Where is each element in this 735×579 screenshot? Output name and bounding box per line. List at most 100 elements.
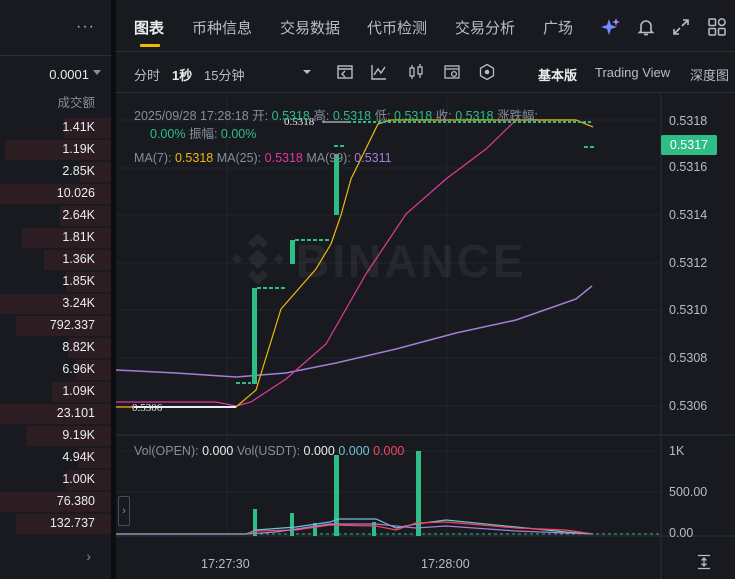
tab-trade-analysis[interactable]: 交易分析 — [455, 17, 515, 38]
kline-plot: BINANCE 0.5318 0.5306 — [116, 94, 735, 579]
price-tick: 0.5316 — [669, 160, 708, 174]
order-book-volume: 1.85K — [62, 274, 95, 288]
volume-bars — [253, 451, 421, 536]
high-value: 0.5318 — [332, 109, 372, 123]
chart-panel: 图表 币种信息 交易数据 代币检测 交易分析 广场 分时 1秒 15分钟 基本版… — [116, 0, 735, 579]
candle-up — [290, 240, 295, 264]
ma99-value: 0.5311 — [354, 151, 392, 165]
chart-toolbar: 分时 1秒 15分钟 基本版 Trading View 深度图 — [116, 53, 735, 93]
order-book-row[interactable]: 6.96K — [0, 359, 111, 381]
ohlc-legend: 2025/09/28 17:28:18 开: 0.5318 高: 0.5318 … — [134, 105, 538, 124]
order-book-volume: 9.19K — [62, 428, 95, 442]
order-book-volume: 8.82K — [62, 340, 95, 354]
order-book-row[interactable]: 8.82K — [0, 337, 111, 359]
low-label: 低: — [374, 109, 391, 123]
ohlc-datetime: 2025/09/28 17:28:18 — [134, 109, 249, 123]
grid-icon[interactable] — [707, 17, 727, 37]
order-book-row[interactable]: 1.19K — [0, 139, 111, 161]
expand-panel-button[interactable]: › — [118, 496, 130, 526]
replay-icon[interactable] — [336, 63, 354, 81]
order-book-header: ··· — [0, 0, 111, 56]
precision-select[interactable]: 0.0001 — [49, 67, 89, 82]
current-price-tag: 0.5317 — [661, 135, 717, 155]
tab-trade-data[interactable]: 交易数据 — [280, 17, 340, 38]
chart-tabs: 图表 币种信息 交易数据 代币检测 交易分析 广场 — [116, 0, 735, 52]
close-value: 0.5318 — [455, 109, 494, 123]
price-tick: 0.5306 — [669, 399, 708, 413]
interval-1s[interactable]: 1秒 — [172, 65, 192, 84]
order-book-row[interactable]: 1.41K — [0, 117, 111, 139]
order-book-row[interactable]: 1.00K — [0, 469, 111, 491]
order-book-volume: 132.737 — [49, 516, 95, 530]
fit-vertical-icon[interactable] — [696, 554, 712, 570]
order-book-row[interactable]: 10.026 — [0, 183, 111, 205]
price-tick: 0.5310 — [669, 303, 708, 317]
tab-chart[interactable]: 图表 — [134, 17, 164, 38]
order-book-row[interactable]: 2.64K — [0, 205, 111, 227]
interval-dropdown-icon[interactable] — [302, 67, 312, 77]
vol-open-label: Vol(OPEN): — [134, 444, 199, 458]
change-label: 涨跌幅: — [496, 109, 538, 123]
fullscreen-icon[interactable] — [671, 17, 691, 37]
ai-sparkle-icon[interactable] — [601, 17, 621, 37]
layers-icon[interactable] — [478, 63, 496, 81]
order-book-row[interactable]: 2.85K — [0, 161, 111, 183]
order-book-row[interactable]: 1.36K — [0, 249, 111, 271]
vol-usdt-value-2: 0.000 — [338, 444, 370, 458]
chevron-down-icon[interactable] — [93, 70, 101, 75]
order-book-row[interactable]: 9.19K — [0, 425, 111, 447]
indicator-icon[interactable] — [370, 63, 388, 81]
amplitude-label: 振幅: — [188, 127, 218, 141]
chart-settings-icon[interactable] — [443, 63, 461, 81]
vol-usdt-value: 0.000 — [303, 444, 335, 458]
order-book-row[interactable]: 1.09K — [0, 381, 111, 403]
more-menu-icon[interactable]: ··· — [76, 18, 95, 36]
order-book-row[interactable]: 76.380 — [0, 491, 111, 513]
tab-coin-info[interactable]: 币种信息 — [192, 17, 252, 38]
view-trading-view[interactable]: Trading View — [595, 65, 670, 80]
amplitude-value: 0.00% — [220, 127, 257, 141]
price-tick: 0.5308 — [669, 351, 708, 365]
order-book-row[interactable]: 1.81K — [0, 227, 111, 249]
low-marker: 0.5306 — [132, 402, 163, 414]
order-book-row[interactable]: 792.337 — [0, 315, 111, 337]
kline-chart[interactable]: BINANCE 0.5318 0.5306 2025/09/28 17:28:1… — [116, 94, 735, 579]
volume-column-header: 成交额 — [57, 96, 95, 110]
price-tick: 0.5318 — [669, 114, 708, 128]
close-label: 收: — [435, 109, 452, 123]
bell-icon[interactable] — [636, 17, 656, 37]
view-basic[interactable]: 基本版 — [538, 65, 577, 84]
order-book-row[interactable]: 3.24K — [0, 293, 111, 315]
tab-token-check[interactable]: 代币检测 — [367, 17, 427, 38]
order-book-row[interactable]: 1.85K — [0, 271, 111, 293]
depth-bar — [5, 140, 111, 160]
ma7-label: MA(7): — [134, 151, 172, 165]
ma7-value: 0.5318 — [174, 151, 214, 165]
order-book-volume: 1.81K — [62, 230, 95, 244]
change-value: 0.00% — [150, 127, 186, 141]
order-book-panel: ··· 0.0001 成交额 1.41K 1.19K 2.85K 10.026 2.64… — [0, 0, 111, 579]
price-tick: 0.5314 — [669, 208, 708, 222]
price-tick: 0.5312 — [669, 256, 708, 270]
interval-15m[interactable]: 15分钟 — [204, 65, 244, 84]
order-book-volume: 4.94K — [62, 450, 95, 464]
volume-tick: 0.00 — [669, 526, 694, 540]
ohlc-legend-2: 0.00% 振幅: 0.00% — [150, 123, 256, 142]
open-value: 0.5318 — [271, 109, 310, 123]
tab-square[interactable]: 广场 — [543, 17, 573, 38]
candle-type-icon[interactable] — [407, 63, 425, 81]
order-book-volume: 76.380 — [56, 494, 95, 508]
ma99-line — [116, 285, 593, 378]
order-book-row[interactable]: 4.94K — [0, 447, 111, 469]
interval-timeshare[interactable]: 分时 — [134, 65, 160, 84]
order-book-volume: 1.36K — [62, 252, 95, 266]
order-book-row[interactable]: 23.101 — [0, 403, 111, 425]
high-label: 高: — [313, 109, 330, 123]
view-depth[interactable]: 深度图 — [690, 65, 729, 84]
watermark-logo — [232, 233, 284, 285]
order-book-row[interactable]: 132.737 — [0, 513, 111, 535]
chevron-right-icon[interactable]: › — [86, 548, 91, 564]
candle-up — [252, 288, 257, 384]
vol-usdt-value-3: 0.000 — [373, 444, 405, 458]
time-tick: 17:27:30 — [201, 557, 250, 571]
